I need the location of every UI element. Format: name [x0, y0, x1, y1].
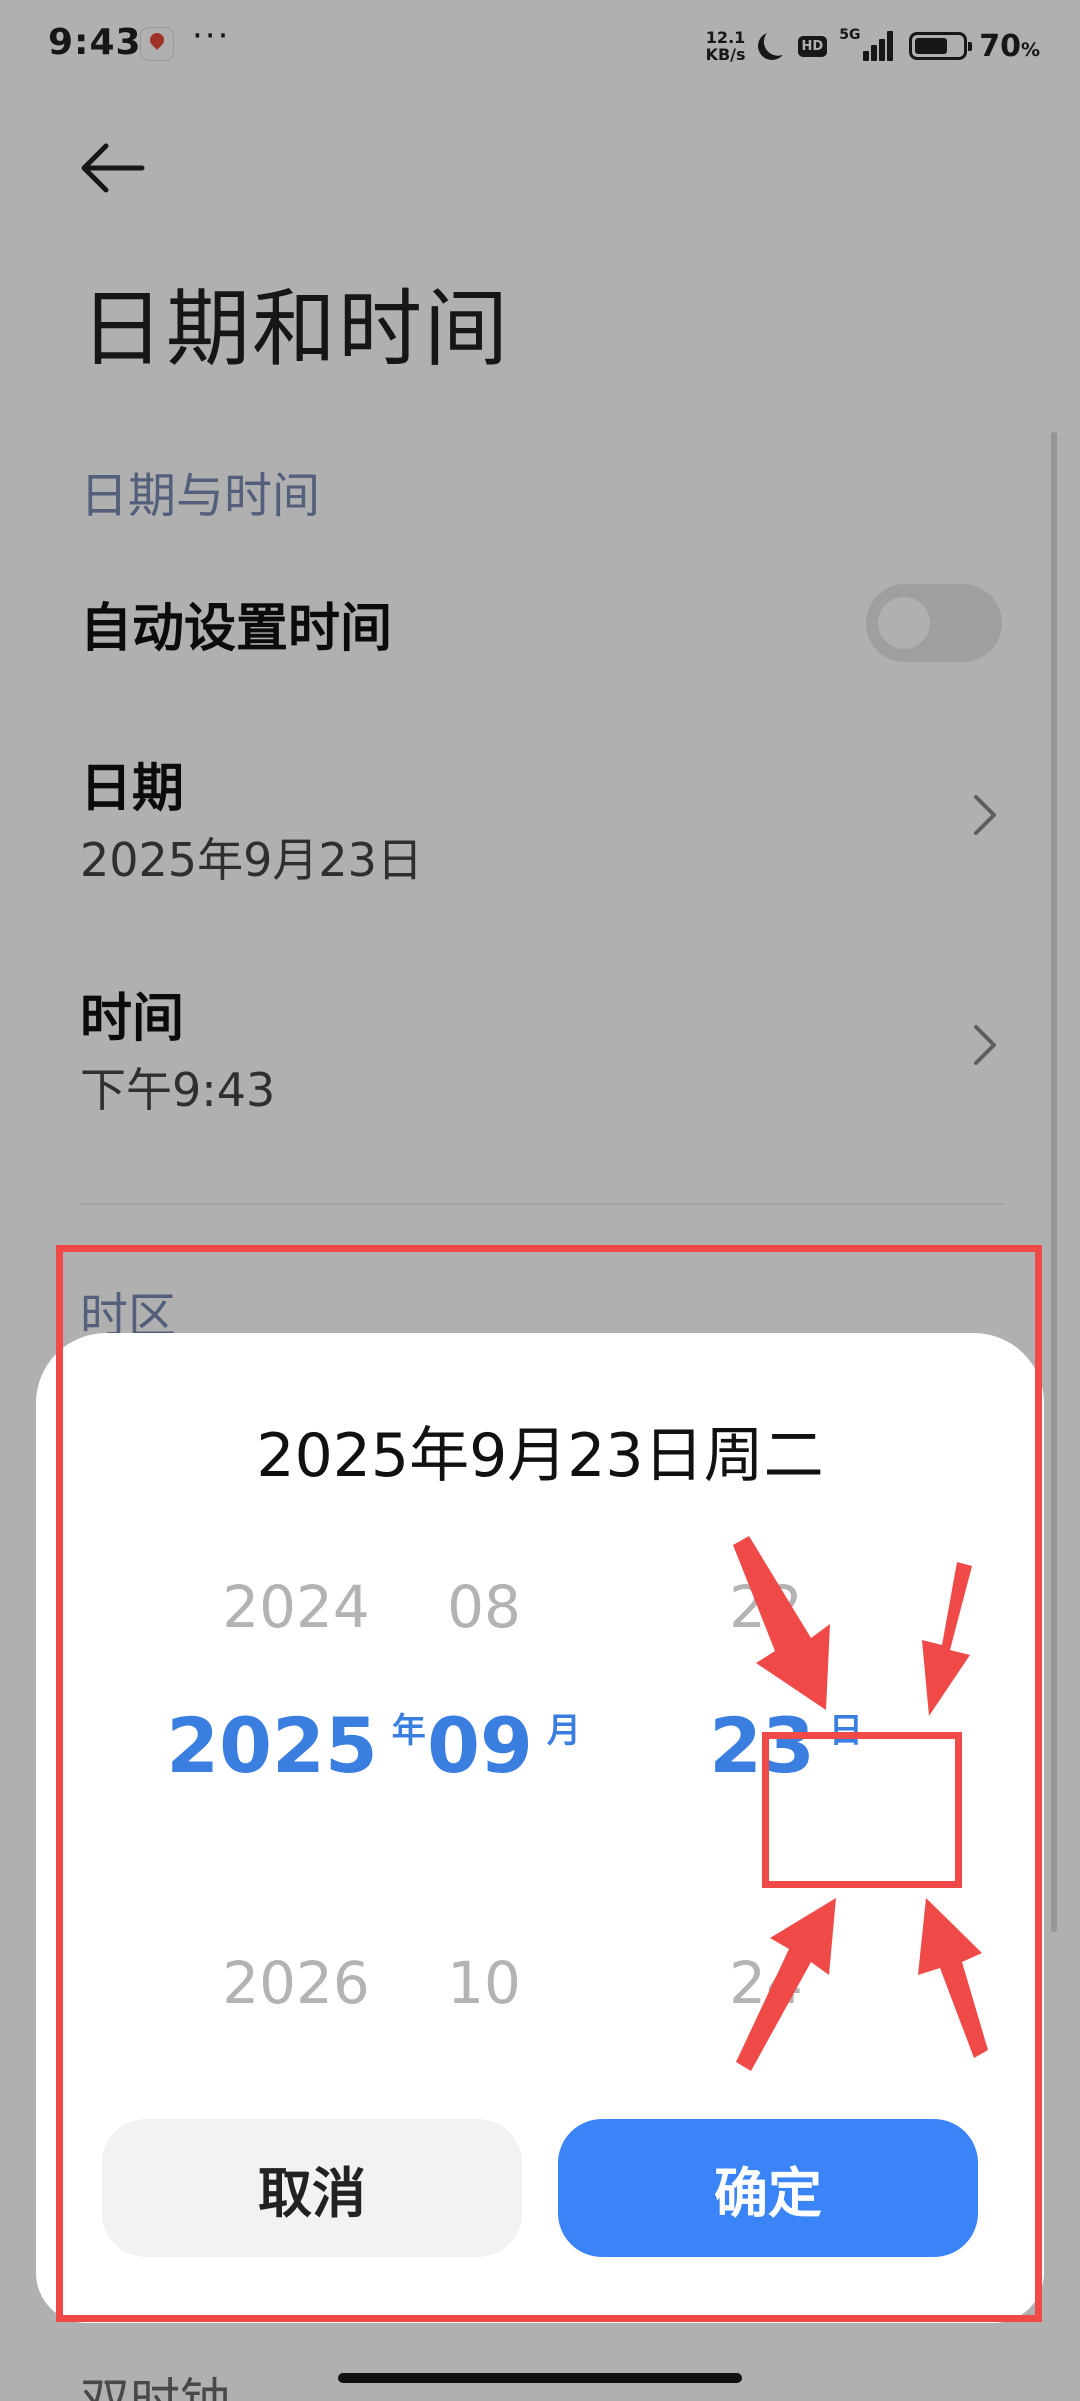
month-next[interactable]: 10: [334, 1949, 634, 2017]
home-indicator[interactable]: [338, 2373, 742, 2383]
day-selected[interactable]: 23 日: [636, 1701, 936, 1790]
day-wheel[interactable]: 22 23 日 24: [709, 1573, 1026, 2017]
date-picker-dialog: 2025年9月23日周二 2024 2025 年 2026 08 09 月 10 2…: [36, 1333, 1044, 2323]
month-selected[interactable]: 09 月: [354, 1701, 654, 1790]
dialog-title: 2025年9月23日周二: [256, 1421, 824, 1491]
day-next[interactable]: 24: [616, 1949, 916, 2017]
day-prev[interactable]: 22: [616, 1573, 916, 1641]
month-prev[interactable]: 08: [334, 1573, 634, 1641]
cancel-button[interactable]: 取消: [102, 2119, 522, 2257]
confirm-button[interactable]: 确定: [558, 2119, 978, 2257]
screen: 9:43 ··· 12.1 KB/s HD 5G 70% 日期和时间 日期与时间…: [0, 0, 1080, 2401]
